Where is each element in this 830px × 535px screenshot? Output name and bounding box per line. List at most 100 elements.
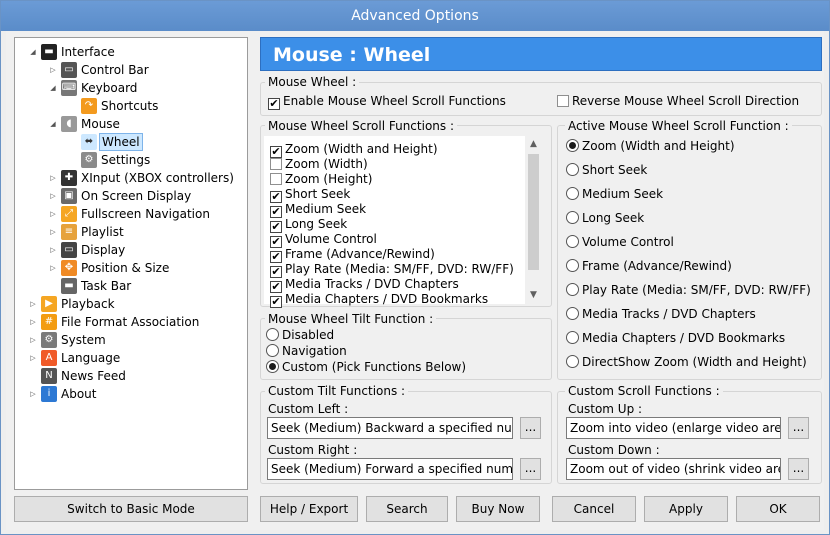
options-tree[interactable]: ◢ ▬ Interface ▷ ▭ Control Bar ◢ ⌨ Keyboard ↷ Short…	[14, 37, 248, 490]
switch-basic-mode-button[interactable]: Switch to Basic Mode	[14, 496, 248, 522]
tree-item-xinput-xbox-controllers[interactable]: ▷ ✚ XInput (XBOX controllers)	[15, 169, 247, 187]
active-scroll-option[interactable]: Play Rate (Media: SM/FF, DVD: RW/FF)	[566, 283, 811, 298]
radio-unselected[interactable]	[266, 344, 279, 357]
collapsed-arrow-icon[interactable]: ▷	[49, 259, 57, 277]
scroll-function-item[interactable]: ✔ Play Rate (Media: SM/FF, DVD: RW/FF)	[270, 262, 514, 278]
tilt-function-option[interactable]: Navigation	[266, 344, 347, 359]
custom-down-browse-button[interactable]: ...	[788, 458, 809, 480]
tree-item-wheel[interactable]: ⬌ Wheel	[15, 133, 247, 151]
collapsed-arrow-icon[interactable]: ▷	[29, 385, 37, 403]
custom-left-browse-button[interactable]: ...	[520, 417, 541, 439]
collapsed-arrow-icon[interactable]: ▷	[29, 313, 37, 331]
collapsed-arrow-icon[interactable]: ▷	[29, 331, 37, 349]
custom-up-field[interactable]: Zoom into video (enlarge video area)	[566, 417, 781, 439]
tree-item-on-screen-display[interactable]: ▷ ▣ On Screen Display	[15, 187, 247, 205]
checkbox-box[interactable]: ✔	[268, 98, 280, 110]
scroll-function-item[interactable]: ✔ Short Seek	[270, 187, 350, 203]
scrollbar-thumb[interactable]	[528, 154, 539, 270]
tree-item-playlist[interactable]: ▷ ≡ Playlist	[15, 223, 247, 241]
collapsed-arrow-icon[interactable]: ▷	[49, 205, 57, 223]
scroll-function-item[interactable]: ✔ Frame (Advance/Rewind)	[270, 247, 435, 263]
buy-now-button[interactable]: Buy Now	[456, 496, 540, 522]
tree-item-fullscreen-navigation[interactable]: ▷ ⤢ Fullscreen Navigation	[15, 205, 247, 223]
custom-left-field[interactable]: Seek (Medium) Backward a specified numbe…	[267, 417, 513, 439]
tree-item-language[interactable]: ▷ A Language	[15, 349, 247, 367]
expanded-arrow-icon[interactable]: ◢	[29, 43, 37, 61]
checkbox-unchecked[interactable]	[270, 158, 282, 170]
radio-unselected[interactable]	[566, 211, 579, 224]
radio-unselected[interactable]	[566, 235, 579, 248]
tree-item-mouse[interactable]: ◢ ◖ Mouse	[15, 115, 247, 133]
scroll-function-item[interactable]: ✔ Zoom (Width and Height)	[270, 142, 438, 158]
active-scroll-option[interactable]: DirectShow Zoom (Width and Height)	[566, 355, 807, 370]
radio-unselected[interactable]	[566, 283, 579, 296]
tree-item-keyboard[interactable]: ◢ ⌨ Keyboard	[15, 79, 247, 97]
scroll-function-item[interactable]: ✔ Long Seek	[270, 217, 347, 233]
tilt-function-option[interactable]: Disabled	[266, 328, 334, 343]
tree-item-about[interactable]: ▷ i About	[15, 385, 247, 403]
collapsed-arrow-icon[interactable]: ▷	[29, 295, 37, 313]
scroll-function-item[interactable]: ✔ Media Chapters / DVD Bookmarks	[270, 292, 488, 308]
help-export-button[interactable]: Help / Export	[260, 496, 358, 522]
enable-wheel-checkbox[interactable]: ✔ Enable Mouse Wheel Scroll Functions	[268, 94, 506, 110]
tree-item-system[interactable]: ▷ ⚙ System	[15, 331, 247, 349]
active-scroll-option[interactable]: Long Seek	[566, 211, 644, 226]
radio-unselected[interactable]	[566, 331, 579, 344]
active-scroll-option[interactable]: Media Tracks / DVD Chapters	[566, 307, 756, 322]
search-button[interactable]: Search	[366, 496, 448, 522]
scroll-functions-scrollbar[interactable]: ▲ ▼	[525, 136, 542, 304]
collapsed-arrow-icon[interactable]: ▷	[29, 349, 37, 367]
active-scroll-option[interactable]: Frame (Advance/Rewind)	[566, 259, 732, 274]
collapsed-arrow-icon[interactable]: ▷	[49, 169, 57, 187]
apply-button[interactable]: Apply	[644, 496, 728, 522]
expanded-arrow-icon[interactable]: ◢	[49, 115, 57, 133]
active-scroll-option[interactable]: Zoom (Width and Height)	[566, 139, 735, 154]
custom-right-browse-button[interactable]: ...	[520, 458, 541, 480]
reverse-direction-checkbox[interactable]: Reverse Mouse Wheel Scroll Direction	[557, 94, 799, 109]
tree-item-file-format-association[interactable]: ▷ # File Format Association	[15, 313, 247, 331]
scroll-function-item[interactable]: ✔ Medium Seek	[270, 202, 366, 218]
radio-unselected[interactable]	[566, 355, 579, 368]
checkbox-unchecked[interactable]	[270, 173, 282, 185]
active-scroll-option[interactable]: Volume Control	[566, 235, 674, 250]
checkbox-box[interactable]	[557, 95, 569, 107]
cancel-button[interactable]: Cancel	[552, 496, 636, 522]
custom-up-browse-button[interactable]: ...	[788, 417, 809, 439]
scroll-functions-list[interactable]: ✔ Zoom (Width and Height) Zoom (Width) Zoom…	[264, 136, 542, 308]
scroll-function-item[interactable]: ✔ Media Tracks / DVD Chapters	[270, 277, 459, 293]
scroll-function-item[interactable]: ✔ Volume Control	[270, 232, 377, 248]
collapsed-arrow-icon[interactable]: ▷	[49, 61, 57, 79]
scroll-function-item[interactable]: Zoom (Width)	[270, 157, 368, 172]
radio-unselected[interactable]	[566, 163, 579, 176]
collapsed-arrow-icon[interactable]: ▷	[49, 187, 57, 205]
scroll-down-arrow-icon[interactable]: ▼	[525, 287, 542, 304]
tree-item-display[interactable]: ▷ ▭ Display	[15, 241, 247, 259]
tilt-function-option[interactable]: Custom (Pick Functions Below)	[266, 360, 466, 375]
radio-unselected[interactable]	[566, 259, 579, 272]
tree-item-news-feed[interactable]: N News Feed	[15, 367, 247, 385]
custom-right-field[interactable]: Seek (Medium) Forward a specified number…	[267, 458, 513, 480]
custom-down-field[interactable]: Zoom out of video (shrink video area)	[566, 458, 781, 480]
tree-item-position-size[interactable]: ▷ ✥ Position & Size	[15, 259, 247, 277]
tree-item-interface[interactable]: ◢ ▬ Interface	[15, 43, 247, 61]
radio-unselected[interactable]	[566, 307, 579, 320]
scroll-up-arrow-icon[interactable]: ▲	[525, 136, 542, 153]
radio-selected[interactable]	[266, 360, 279, 373]
radio-unselected[interactable]	[266, 328, 279, 341]
radio-selected[interactable]	[566, 139, 579, 152]
tree-item-playback[interactable]: ▷ ▶ Playback	[15, 295, 247, 313]
expanded-arrow-icon[interactable]: ◢	[49, 79, 57, 97]
tree-item-settings[interactable]: ⚙ Settings	[15, 151, 247, 169]
tree-item-task-bar[interactable]: ▬ Task Bar	[15, 277, 247, 295]
scroll-function-item[interactable]: Zoom (Height)	[270, 172, 372, 187]
tree-item-control-bar[interactable]: ▷ ▭ Control Bar	[15, 61, 247, 79]
checkbox-checked[interactable]: ✔	[270, 296, 282, 308]
collapsed-arrow-icon[interactable]: ▷	[49, 223, 57, 241]
tree-item-shortcuts[interactable]: ↷ Shortcuts	[15, 97, 247, 115]
active-scroll-option[interactable]: Short Seek	[566, 163, 647, 178]
collapsed-arrow-icon[interactable]: ▷	[49, 241, 57, 259]
active-scroll-option[interactable]: Media Chapters / DVD Bookmarks	[566, 331, 785, 346]
radio-unselected[interactable]	[566, 187, 579, 200]
ok-button[interactable]: OK	[736, 496, 820, 522]
active-scroll-option[interactable]: Medium Seek	[566, 187, 663, 202]
